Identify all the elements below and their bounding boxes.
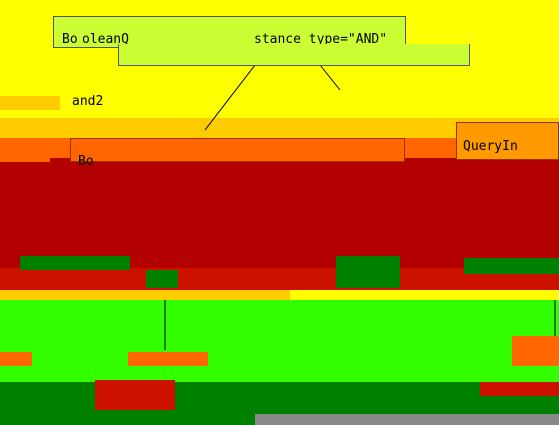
green-block bbox=[464, 258, 559, 274]
orange-block bbox=[0, 352, 32, 366]
child-node-label[interactable]: and2 bbox=[72, 94, 103, 109]
orange-block bbox=[128, 352, 208, 366]
green-block bbox=[146, 270, 178, 288]
yellow-block bbox=[0, 96, 60, 110]
root-node-prefix: Bo bbox=[62, 32, 78, 47]
lower-node-label[interactable]: Bo bbox=[78, 154, 94, 169]
orange-block bbox=[0, 138, 50, 162]
orange-block bbox=[512, 336, 559, 366]
query-node-label: QueryIn bbox=[463, 139, 518, 154]
root-node-lower-box bbox=[118, 44, 470, 66]
connector-root-to-right bbox=[319, 64, 341, 91]
query-node-box[interactable]: QueryIn bbox=[456, 122, 559, 160]
connector-root-to-child bbox=[204, 64, 256, 131]
green-block bbox=[20, 256, 130, 270]
red-block bbox=[95, 380, 175, 410]
diagram-canvas: Bo oleanQ stance type="AND" and2 QueryIn… bbox=[0, 0, 559, 425]
orange-node-box[interactable] bbox=[70, 138, 405, 162]
red-block bbox=[480, 382, 559, 396]
green-block bbox=[336, 256, 400, 288]
